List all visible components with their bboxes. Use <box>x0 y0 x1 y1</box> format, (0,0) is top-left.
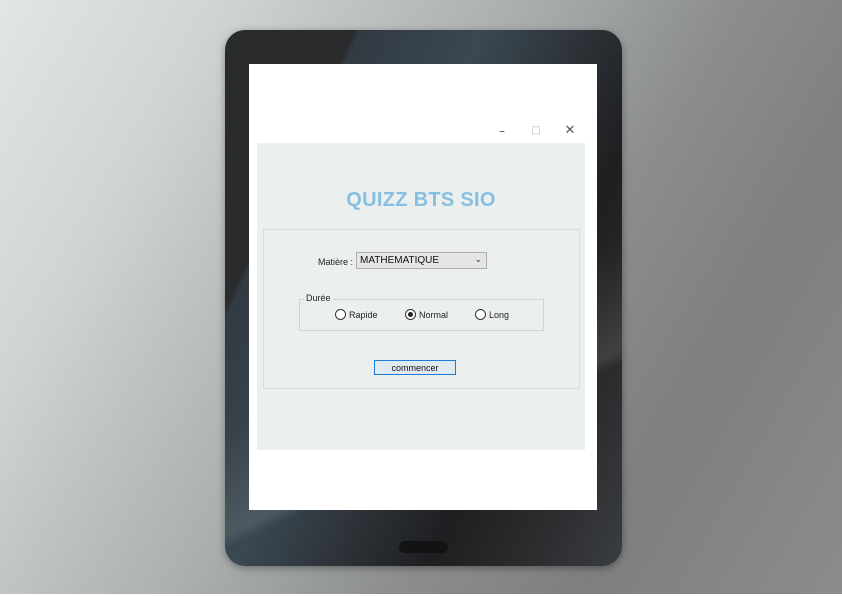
app-window: QUIZZ BTS SIO Matière : MATHEMATIQUE ⌄ D… <box>257 143 585 450</box>
matiere-value: MATHEMATIQUE <box>360 255 440 266</box>
tablet-frame: – □ ✕ QUIZZ BTS SIO Matière : MATHEMATIQ… <box>225 30 622 566</box>
radio-rapide-label: Rapide <box>349 310 378 320</box>
maximize-button[interactable]: □ <box>519 120 553 142</box>
close-button[interactable]: ✕ <box>553 120 587 142</box>
tablet-screen: – □ ✕ QUIZZ BTS SIO Matière : MATHEMATIQ… <box>249 64 597 510</box>
matiere-select[interactable]: MATHEMATIQUE ⌄ <box>356 252 487 269</box>
tablet-home-button <box>399 541 448 553</box>
window-controls: – □ ✕ <box>249 120 597 142</box>
radio-long-circle[interactable] <box>475 309 486 320</box>
duree-group: Durée Rapide Normal Long <box>299 293 544 331</box>
chevron-down-icon: ⌄ <box>474 254 482 264</box>
close-icon: ✕ <box>564 123 576 138</box>
maximize-icon: □ <box>531 125 541 136</box>
start-button[interactable]: commencer <box>374 360 456 375</box>
radio-long-label: Long <box>489 310 510 320</box>
quiz-settings-panel: Matière : MATHEMATIQUE ⌄ Durée Rapide No… <box>263 229 580 389</box>
minimize-icon: – <box>499 124 505 138</box>
minimize-button[interactable]: – <box>485 120 519 142</box>
radio-normal-circle[interactable] <box>405 309 416 320</box>
duree-label: Durée <box>304 293 333 303</box>
radio-rapide-circle[interactable] <box>335 309 346 320</box>
radio-normal-label: Normal <box>419 310 449 320</box>
app-title: QUIZZ BTS SIO <box>346 189 496 211</box>
matiere-label: Matière : <box>318 257 354 267</box>
